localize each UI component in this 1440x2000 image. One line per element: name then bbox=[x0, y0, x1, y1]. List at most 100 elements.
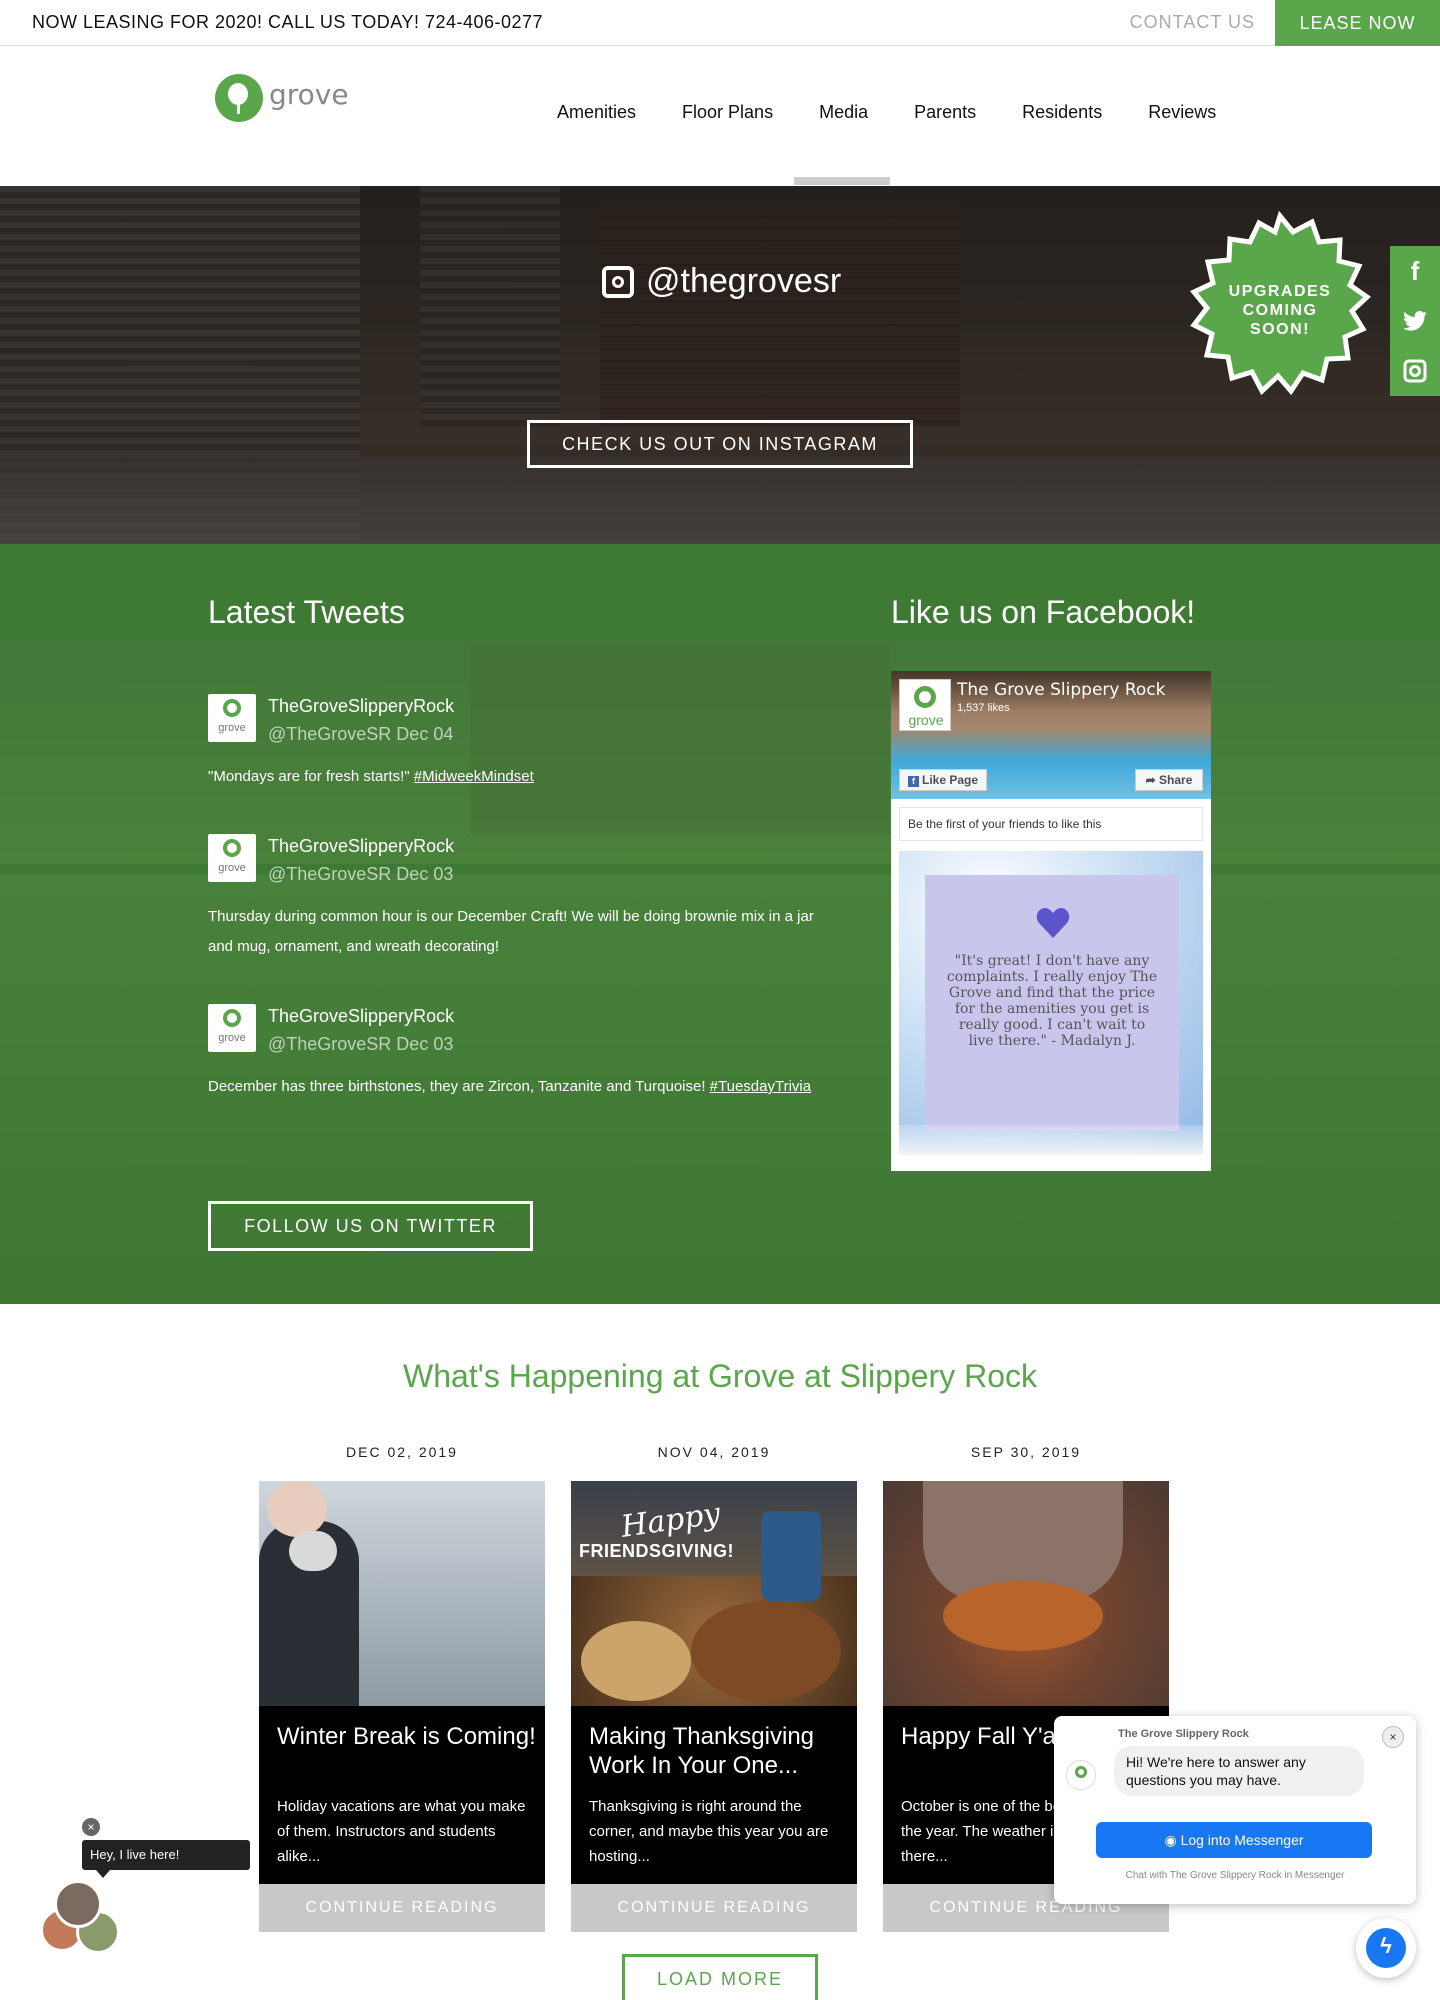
thanks-bowl bbox=[581, 1621, 691, 1701]
image-text-friendsgiving: FRIENDSGIVING! bbox=[579, 1541, 735, 1561]
happening-title: What's Happening at Grove at Slippery Ro… bbox=[403, 1358, 1037, 1394]
messenger-icon: ◉ bbox=[1164, 1832, 1181, 1848]
post-image[interactable] bbox=[883, 1481, 1169, 1706]
latest-tweets-title: Latest Tweets bbox=[208, 594, 405, 630]
messenger-page-name: The Grove Slippery Rock bbox=[1118, 1728, 1249, 1740]
tweet-body: December has three birthstones, they are… bbox=[208, 1078, 710, 1095]
messenger-popup: The Grove Slippery Rock × Hi! We're here… bbox=[1054, 1716, 1416, 1904]
instagram-icon bbox=[602, 265, 634, 298]
post-date: SEP 30, 2019 bbox=[970, 1444, 1082, 1460]
messenger-footer: Chat with The Grove Slippery Rock in Mes… bbox=[1125, 1870, 1345, 1881]
continue-reading-button[interactable]: CONTINUE READING bbox=[259, 1884, 545, 1932]
nav-parents[interactable]: Parents bbox=[914, 102, 976, 123]
tweet-avatar[interactable] bbox=[208, 834, 256, 882]
messenger-login-button[interactable]: ◉ Log into Messenger bbox=[1096, 1822, 1372, 1858]
tweet-hashtag[interactable]: #MidweekMindset bbox=[414, 768, 534, 785]
tweet-avatar[interactable] bbox=[208, 694, 256, 742]
post-title[interactable]: Making Thanksgiving Work In Your One... bbox=[589, 1722, 849, 1780]
messenger-greeting: Hi! We're here to answer any questions y… bbox=[1114, 1746, 1364, 1796]
facebook-like-button[interactable]: f Like Page bbox=[899, 769, 987, 791]
social-sidebar: f bbox=[1390, 246, 1440, 396]
facebook-likes-count: 1,537 likes bbox=[957, 702, 1010, 714]
active-nav-indicator bbox=[794, 177, 890, 185]
nav-media[interactable]: Media bbox=[819, 102, 868, 123]
post-panel: Making Thanksgiving Work In Your One... … bbox=[571, 1706, 857, 1884]
follow-twitter-button[interactable]: FOLLOW US ON TWITTER bbox=[208, 1201, 533, 1251]
thanks-bowl bbox=[691, 1601, 841, 1701]
post-excerpt: Thanksgiving is right around the corner,… bbox=[589, 1798, 829, 1865]
feed-background-building bbox=[470, 644, 890, 834]
facebook-friends-text: Be the first of your friends to like thi… bbox=[899, 807, 1203, 841]
nav-amenities[interactable]: Amenities bbox=[557, 102, 636, 123]
site-header: grove Amenities Floor Plans Media Parent… bbox=[0, 46, 1440, 186]
like-label: Like Page bbox=[921, 773, 979, 787]
load-more-button[interactable]: LOAD MORE bbox=[622, 1954, 818, 2000]
tweet-handle-date: @TheGroveSR Dec 03 bbox=[268, 1034, 454, 1054]
post-image[interactable] bbox=[259, 1481, 545, 1706]
post-date: NOV 04, 2019 bbox=[657, 1444, 771, 1460]
testimonial-card: "It's great! I don't have any complaints… bbox=[925, 875, 1179, 1131]
resident-avatars[interactable] bbox=[40, 1880, 124, 1960]
thanks-glass bbox=[761, 1511, 821, 1601]
messenger-close-icon[interactable]: × bbox=[1382, 1726, 1404, 1748]
facebook-title: Like us on Facebook! bbox=[891, 594, 1196, 630]
share-icon: ➦ bbox=[1145, 773, 1160, 787]
instagram-handle-text: @thegrovesr bbox=[646, 262, 842, 300]
tweet-handle-date: @TheGroveSR Dec 04 bbox=[268, 724, 454, 744]
chat-close-icon[interactable]: × bbox=[82, 1818, 100, 1836]
grove-logo[interactable]: grove bbox=[215, 74, 349, 126]
post-snow bbox=[899, 1125, 1203, 1155]
instagram-handle[interactable]: @thegrovesr bbox=[602, 262, 841, 301]
messenger-icon: ϟ bbox=[1380, 1933, 1392, 1958]
twitter-icon[interactable] bbox=[1390, 296, 1440, 346]
instagram-button[interactable]: CHECK US OUT ON INSTAGRAM bbox=[527, 420, 913, 468]
messenger-login-label: Log into Messenger bbox=[1180, 1832, 1304, 1848]
tweet-author[interactable]: TheGroveSlipperyRock bbox=[268, 836, 454, 857]
badge-line-3: SOON! bbox=[1250, 321, 1310, 338]
messenger-page-avatar bbox=[1066, 1760, 1096, 1790]
tweet-hashtag[interactable]: #TuesdayTrivia bbox=[710, 1078, 811, 1095]
facebook-icon[interactable]: f bbox=[1390, 246, 1440, 296]
messenger-launcher[interactable]: ϟ bbox=[1356, 1918, 1416, 1978]
chat-greeting-bubble[interactable]: Hey, I live here! bbox=[82, 1840, 250, 1878]
continue-reading-button[interactable]: CONTINUE READING bbox=[571, 1884, 857, 1932]
badge-line-1: UPGRADES bbox=[1228, 283, 1332, 300]
nav-floor-plans[interactable]: Floor Plans bbox=[682, 102, 773, 123]
winter-mittens bbox=[289, 1531, 337, 1571]
facebook-icon: f bbox=[907, 776, 919, 787]
heart-icon bbox=[1036, 908, 1070, 938]
nav-reviews[interactable]: Reviews bbox=[1148, 102, 1216, 123]
post-panel: Winter Break is Coming! Holiday vacation… bbox=[259, 1706, 545, 1884]
post-image[interactable]: Happy FRIENDSGIVING! bbox=[571, 1481, 857, 1706]
facebook-page-logo[interactable] bbox=[899, 679, 952, 731]
tweet-text: Thursday during common hour is our Decem… bbox=[208, 908, 814, 955]
instagram-icon[interactable] bbox=[1390, 346, 1440, 396]
tree-icon bbox=[215, 74, 263, 122]
winter-head bbox=[267, 1481, 327, 1537]
post-date: DEC 02, 2019 bbox=[346, 1444, 458, 1460]
post-title[interactable]: Winter Break is Coming! bbox=[277, 1722, 537, 1751]
facebook-post-image[interactable]: "It's great! I don't have any complaints… bbox=[899, 851, 1203, 1155]
tweet-author[interactable]: TheGroveSlipperyRock bbox=[268, 696, 454, 717]
nav-residents[interactable]: Residents bbox=[1022, 102, 1102, 123]
social-feed-section: Latest Tweets Like us on Facebook! TheGr… bbox=[0, 544, 1440, 1304]
facebook-page-name[interactable]: The Grove Slippery Rock bbox=[957, 680, 1166, 700]
badge-line-2: COMING bbox=[1242, 302, 1318, 319]
testimonial-quote: "It's great! I don't have any complaints… bbox=[946, 953, 1158, 1049]
tweet-author[interactable]: TheGroveSlipperyRock bbox=[268, 1006, 454, 1027]
upgrades-badge-text: UPGRADES COMING SOON! bbox=[1182, 282, 1378, 339]
avatar bbox=[54, 1880, 102, 1928]
contact-us-link[interactable]: CONTACT US bbox=[1130, 12, 1255, 33]
facebook-share-button[interactable]: ➦ Share bbox=[1135, 769, 1203, 791]
post-excerpt: Holiday vacations are what you make of t… bbox=[277, 1798, 526, 1865]
tweet-body: "Mondays are for fresh starts!" bbox=[208, 768, 414, 785]
tweet-handle-date: @TheGroveSR Dec 03 bbox=[268, 864, 454, 884]
logo-wordmark: grove bbox=[269, 78, 349, 111]
upgrades-badge[interactable]: UPGRADES COMING SOON! bbox=[1182, 210, 1378, 406]
tweet-avatar[interactable] bbox=[208, 1004, 256, 1052]
fall-leaves bbox=[943, 1581, 1103, 1651]
tweet-text: December has three birthstones, they are… bbox=[208, 1072, 828, 1102]
share-label: Share bbox=[1159, 773, 1193, 787]
main-nav: Amenities Floor Plans Media Parents Resi… bbox=[557, 102, 1216, 123]
lease-now-button[interactable]: LEASE NOW bbox=[1275, 0, 1440, 46]
